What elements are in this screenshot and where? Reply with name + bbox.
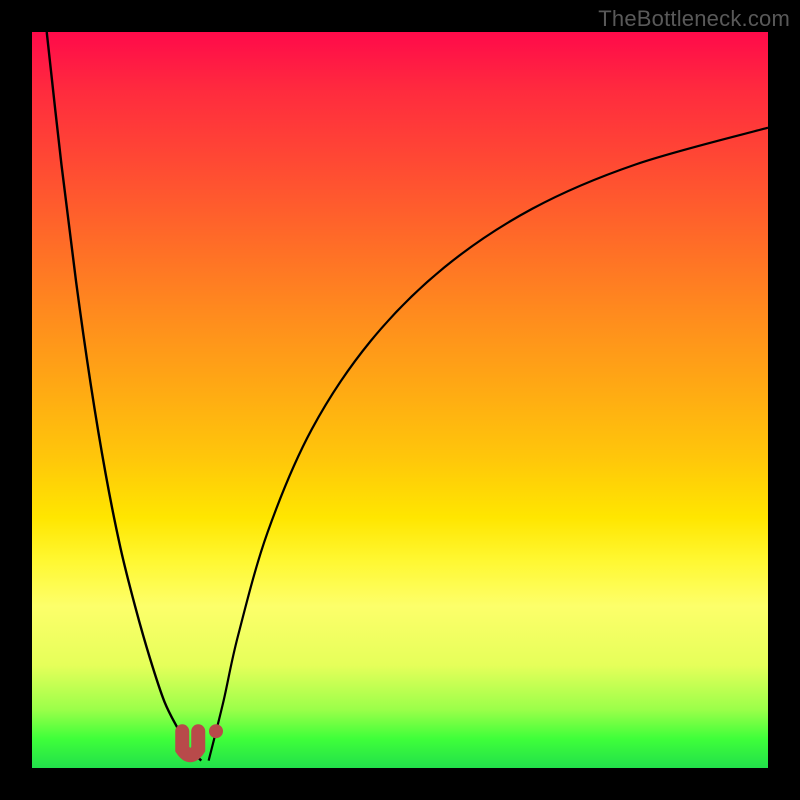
chart-plot-area: [32, 32, 768, 768]
watermark-text: TheBottleneck.com: [598, 6, 790, 32]
marker-small-dot: [209, 724, 223, 738]
curve-left-arm: [47, 32, 202, 761]
marker-u-shape: [182, 731, 198, 755]
chart-curves-svg: [32, 32, 768, 768]
outer-frame: TheBottleneck.com: [0, 0, 800, 800]
curve-right-arm: [209, 128, 768, 761]
